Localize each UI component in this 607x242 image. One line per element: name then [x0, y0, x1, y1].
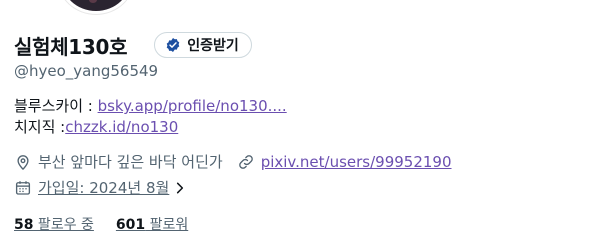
profile-header: 실험체130호 인증받기 @hyeo_yang56549 블루스카이 : bsk… [0, 0, 607, 242]
user-handle: @hyeo_yang56549 [14, 62, 159, 80]
display-name: 실험체130호 [14, 34, 128, 59]
bio-bluesky-label: 블루스카이 : [14, 97, 98, 115]
bio-line-bluesky: 블루스카이 : bsky.app/profile/no130.... [14, 96, 287, 117]
avatar[interactable] [58, 0, 134, 14]
bio-chzzk-label: 치지직 : [14, 118, 66, 136]
link-icon [238, 154, 253, 169]
follow-stats: 58 팔로우 중 601 팔로워 [14, 214, 210, 234]
calendar-icon [15, 180, 31, 195]
profile-meta-row: 부산 앞마다 깊은 바닥 어딘가 pixiv.net/users/9995219… [14, 151, 452, 172]
get-verified-label: 인증받기 [187, 38, 239, 54]
website-link[interactable]: pixiv.net/users/99952190 [261, 153, 452, 171]
following-count: 58 [14, 217, 34, 233]
bio-chzzk-link[interactable]: chzzk.id/no130 [65, 118, 178, 136]
location: 부산 앞마다 깊은 바닥 어딘가 [14, 151, 223, 172]
verified-badge-icon [166, 38, 180, 52]
location-pin-icon [17, 154, 29, 170]
followers-link[interactable]: 601 팔로워 [116, 214, 188, 234]
joined-text: 가입일: 2024년 8월 [38, 179, 170, 197]
website: pixiv.net/users/99952190 [237, 153, 452, 171]
followers-label: 팔로워 [145, 217, 189, 233]
name-row: 실험체130호 인증받기 [14, 30, 252, 60]
get-verified-button[interactable]: 인증받기 [154, 32, 252, 58]
following-link[interactable]: 58 팔로우 중 [14, 214, 94, 234]
bio-bluesky-link[interactable]: bsky.app/profile/no130.... [98, 97, 287, 115]
joined-date[interactable]: 가입일: 2024년 8월 [14, 177, 193, 198]
location-text: 부산 앞마다 깊은 바닥 어딘가 [38, 153, 223, 171]
bio-line-chzzk: 치지직 :chzzk.id/no130 [14, 117, 287, 138]
followers-count: 601 [115, 217, 146, 233]
bio: 블루스카이 : bsky.app/profile/no130.... 치지직 :… [14, 96, 287, 138]
following-label: 팔로우 중 [33, 217, 94, 233]
chevron-right-icon [177, 182, 184, 193]
